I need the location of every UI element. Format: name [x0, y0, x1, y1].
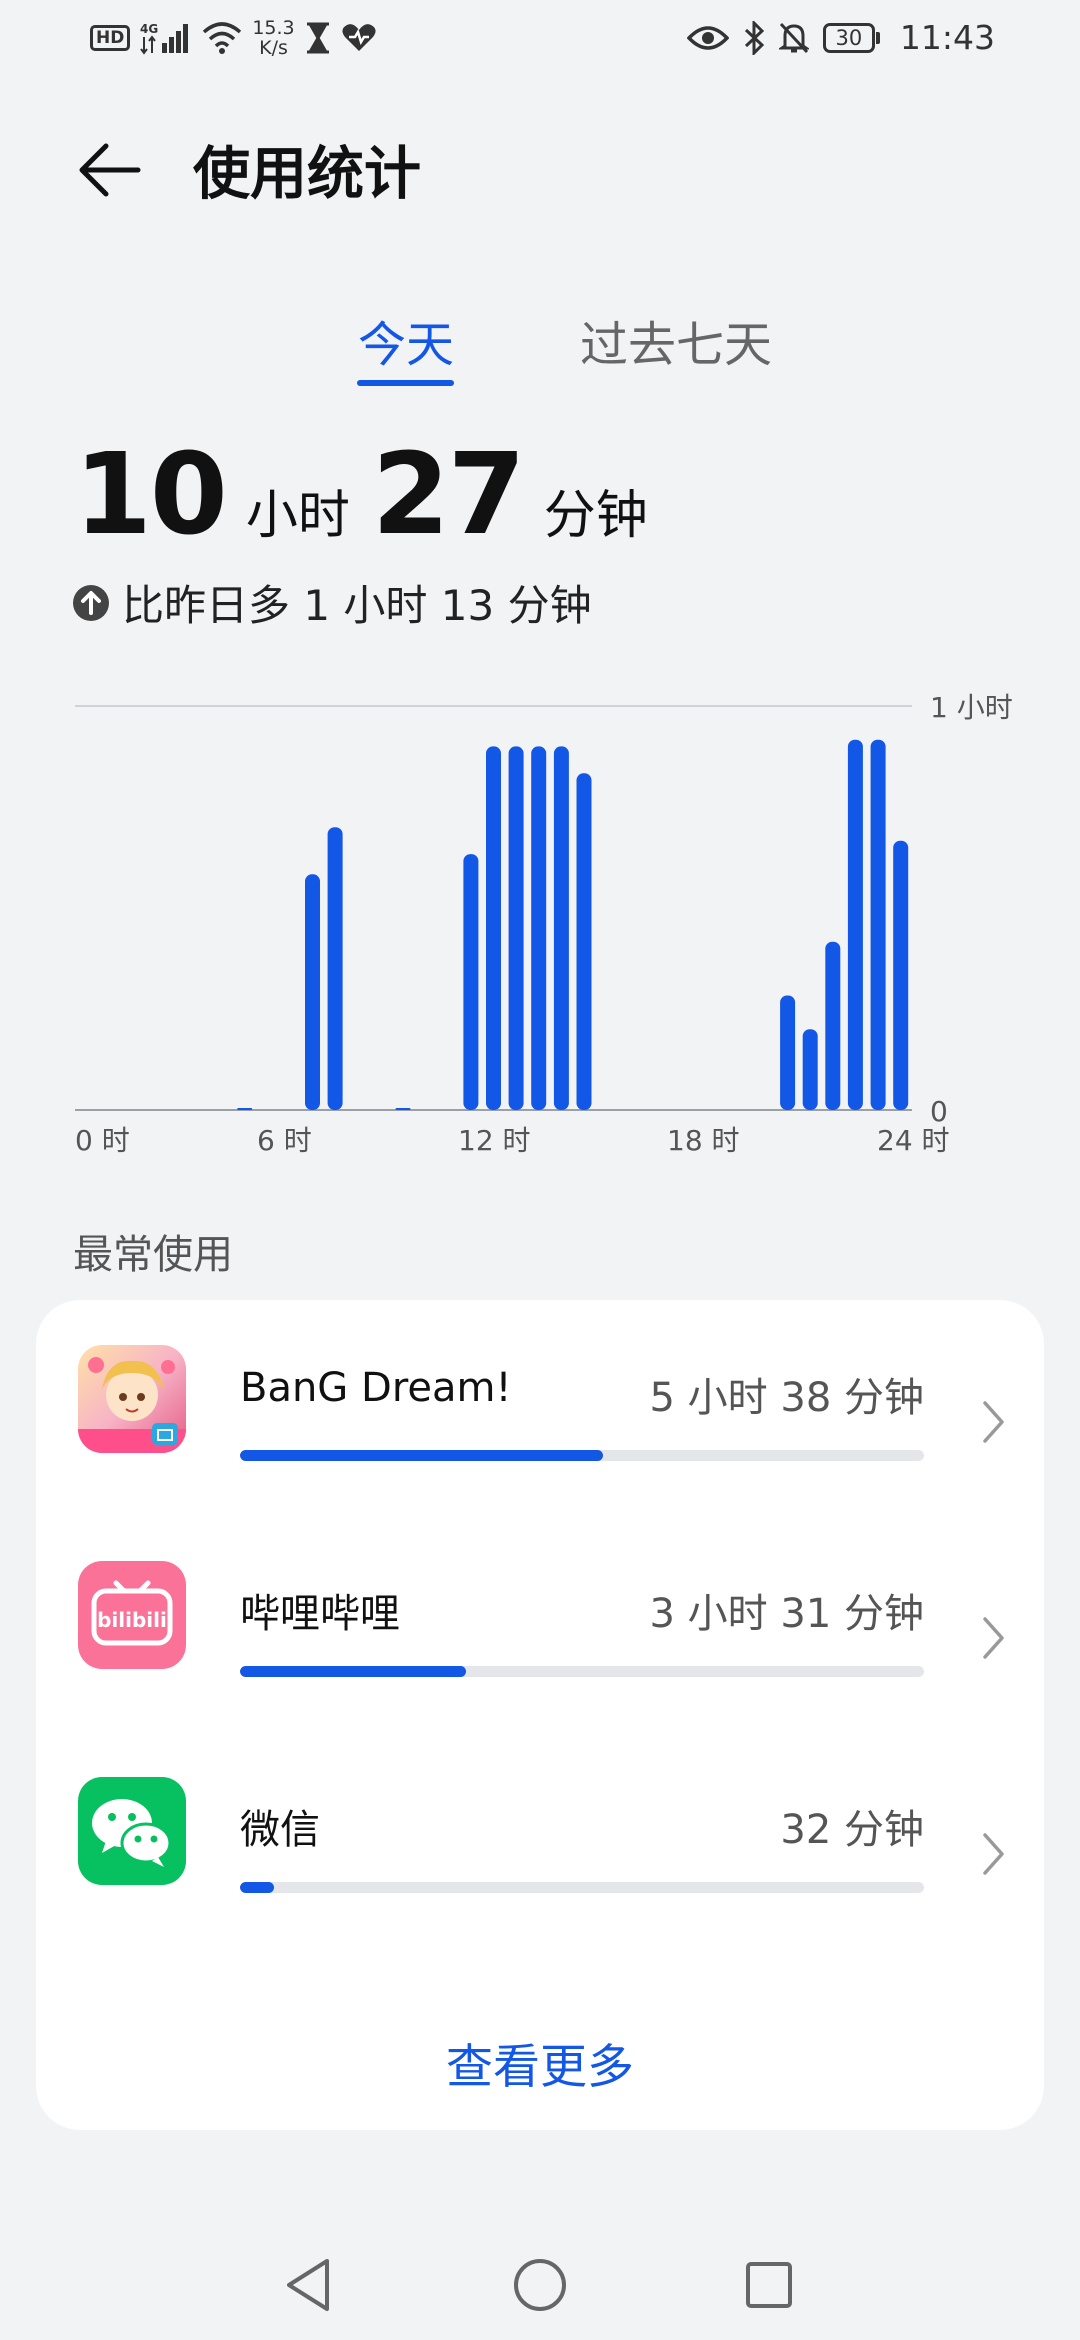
back-button[interactable]: [70, 130, 150, 210]
app-name: 哔哩哔哩: [240, 1591, 400, 1637]
chart-bar: [305, 874, 320, 1110]
network-speed-unit: K/s: [259, 37, 288, 59]
chart-bar: [463, 854, 479, 1110]
network-speed-value: 15.3: [252, 17, 295, 39]
chart-bar: [395, 1108, 411, 1110]
usage-progress-track: [240, 1666, 924, 1677]
nav-recents-button[interactable]: [734, 2250, 804, 2320]
network-speed: 15.3 K/s: [252, 18, 294, 58]
chevron-right-icon: [983, 1617, 1004, 1659]
usage-progress-track: [240, 1450, 924, 1461]
x-axis-label-18: 18 时: [667, 1124, 740, 1157]
nav-home-button[interactable]: [505, 2250, 575, 2320]
chart-bar: [508, 746, 524, 1110]
page-title: 使用统计: [193, 141, 421, 207]
x-axis-label-6: 6 时: [257, 1124, 312, 1157]
chart-bar: [486, 746, 501, 1110]
chevron-right-icon: [983, 1401, 1004, 1443]
chart-bar: [327, 827, 343, 1110]
chart-bar: [553, 746, 569, 1110]
chart-bar: [802, 1029, 818, 1110]
compare-yesterday: 比昨日多 1 小时 13 分钟: [72, 572, 592, 633]
health-icon: [341, 23, 377, 53]
navigation-bar: [0, 2230, 1080, 2330]
chevron-right-icon: [983, 1833, 1004, 1875]
app-usage-time: 3 小时 31 分钟: [649, 1591, 925, 1637]
battery-level: 30: [822, 22, 875, 53]
app-usage-time: 5 小时 38 分钟: [649, 1375, 925, 1421]
app-row-wechat[interactable]: 微信 32 分钟: [36, 1732, 1044, 1932]
bluetooth-icon: [743, 20, 765, 55]
bang-dream-icon: [78, 1345, 186, 1453]
mute-bell-icon: [778, 22, 809, 54]
triangle-back-icon: [287, 2259, 329, 2311]
network-type: 4G: [140, 22, 158, 36]
battery-icon: 30: [822, 22, 880, 53]
compare-text: 比昨日多 1 小时 13 分钟: [122, 581, 592, 630]
chart-bar: [780, 995, 796, 1110]
app-row-bilibili[interactable]: bilibili 哔哩哔哩 3 小时 31 分钟: [36, 1516, 1044, 1716]
circle-home-icon: [514, 2259, 566, 2311]
see-more-button[interactable]: 查看更多: [36, 2028, 1044, 2097]
total-minutes-unit: 分钟: [543, 486, 648, 546]
bilibili-icon: bilibili: [78, 1561, 186, 1669]
section-title: 最常使用: [73, 1232, 233, 1278]
app-name: 微信: [240, 1807, 320, 1853]
tab-today[interactable]: 今天: [358, 305, 454, 375]
status-left: HD 4G 15.3 K/s: [90, 18, 377, 58]
app-name: BanG Dream!: [240, 1365, 512, 1411]
usage-progress-fill: [240, 1666, 466, 1677]
chart-bar: [237, 1108, 253, 1110]
total-hours: 10: [74, 430, 228, 560]
hourglass-icon: [305, 22, 331, 54]
app-row-bang-dream[interactable]: BanG Dream! 5 小时 38 分钟: [36, 1300, 1044, 1500]
usage-progress-track: [240, 1882, 924, 1893]
usage-progress-fill: [240, 1882, 275, 1893]
nav-back-button[interactable]: [273, 2250, 343, 2320]
back-arrow-icon: [79, 143, 141, 197]
y-axis-top-label: 1 小时: [930, 691, 1013, 724]
app-usage-time: 32 分钟: [780, 1807, 924, 1853]
usage-progress-fill: [240, 1450, 603, 1461]
status-right: 30 11:43: [686, 18, 995, 57]
total-usage: 10 小时 27 分钟: [74, 430, 670, 560]
bilibili-icon-text: bilibili: [97, 1608, 167, 1632]
signal-icon: 4G: [140, 21, 192, 55]
chart-bar: [893, 840, 909, 1110]
x-axis-label-12: 12 时: [458, 1124, 531, 1157]
wechat-icon: [78, 1777, 186, 1885]
hd-badge: HD: [90, 25, 131, 51]
x-axis-label-0: 0 时: [75, 1124, 130, 1157]
total-hours-unit: 小时: [245, 486, 350, 546]
chart-bar: [825, 941, 841, 1110]
chart-bar: [847, 739, 863, 1110]
status-bar: HD 4G 15.3 K/s 30 11:43: [0, 0, 1080, 90]
most-used-card: BanG Dream! 5 小时 38 分钟 bilibili 哔哩哔哩 3 小…: [36, 1300, 1044, 2130]
clock: 11:43: [899, 18, 995, 57]
total-minutes: 27: [371, 430, 526, 560]
chart-bar: [870, 739, 886, 1110]
chart-bar: [576, 773, 592, 1110]
chart-bar: [531, 746, 547, 1110]
eye-comfort-icon: [686, 24, 729, 52]
tab-indicator: [357, 380, 454, 386]
usage-chart: 1 小时 0 0 时 6 时 12 时 18 时 24 时: [75, 691, 1013, 1157]
wifi-icon: [202, 22, 242, 54]
x-axis-label-24: 24 时: [877, 1124, 950, 1157]
square-recents-icon: [746, 2262, 792, 2308]
tab-past-seven-days[interactable]: 过去七天: [580, 305, 772, 375]
arrow-up-circle-icon: [73, 584, 109, 621]
